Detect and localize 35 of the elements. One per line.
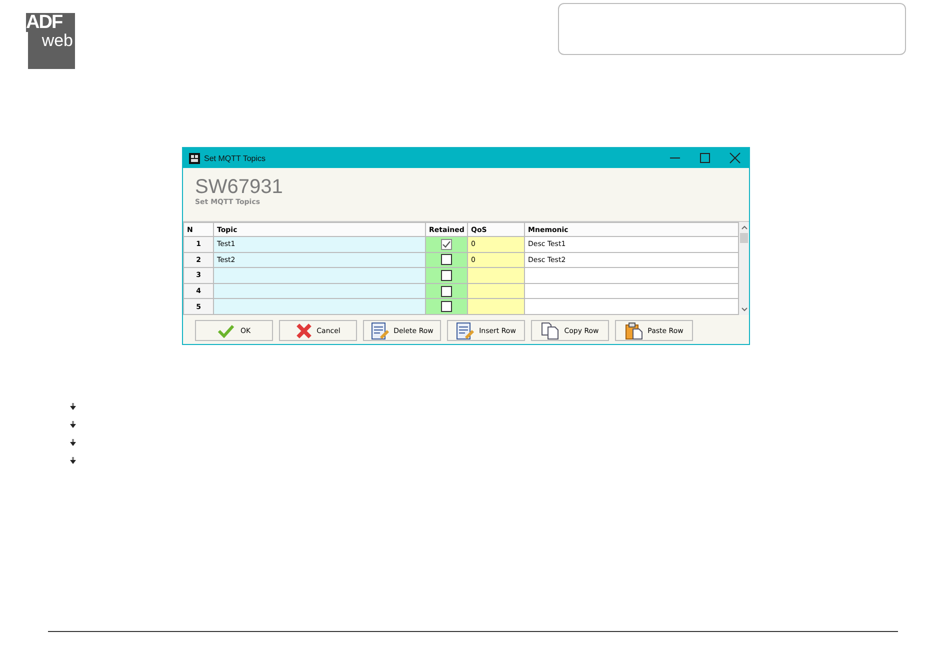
document-pencil-icon [456,322,474,340]
topic-cell[interactable] [214,298,426,314]
logo-text: web [42,32,74,49]
clipboard-icon [624,322,643,340]
bullet-arrow-icon [69,403,77,411]
topic-cell[interactable] [214,268,426,284]
document-pencil-icon [370,322,389,340]
mnemonic-cell[interactable] [524,298,738,314]
check-icon [217,324,236,338]
qos-cell[interactable] [468,283,524,299]
scroll-down-icon[interactable] [740,307,748,312]
bullet-arrow-icon [69,421,77,429]
scrollbar[interactable] [739,222,749,315]
window-title: Set MQTT Topics [204,154,266,162]
scroll-up-icon[interactable] [740,225,748,230]
cross-icon [296,322,312,338]
qos-cell[interactable] [468,268,524,284]
close-icon[interactable] [729,152,741,164]
scroll-thumb[interactable] [740,233,748,243]
app-icon [189,152,200,164]
retained-checkbox[interactable] [441,238,452,250]
copy-icon [541,322,560,340]
retained-checkbox[interactable] [441,254,452,266]
retained-checkbox[interactable] [441,286,452,297]
logo-text: ADF [26,13,64,32]
bullet-arrow-icon [69,457,77,465]
retained-checkbox[interactable] [441,301,452,312]
mnemonic-cell[interactable] [524,283,738,299]
qos-cell[interactable] [468,298,524,314]
maximize-icon[interactable] [699,152,711,164]
mnemonic-cell[interactable] [524,268,738,284]
bullet-arrow-icon [69,439,77,447]
retained-checkbox[interactable] [441,270,452,281]
dialog-heading: SW67931 [195,176,284,198]
topic-cell[interactable] [214,283,426,299]
